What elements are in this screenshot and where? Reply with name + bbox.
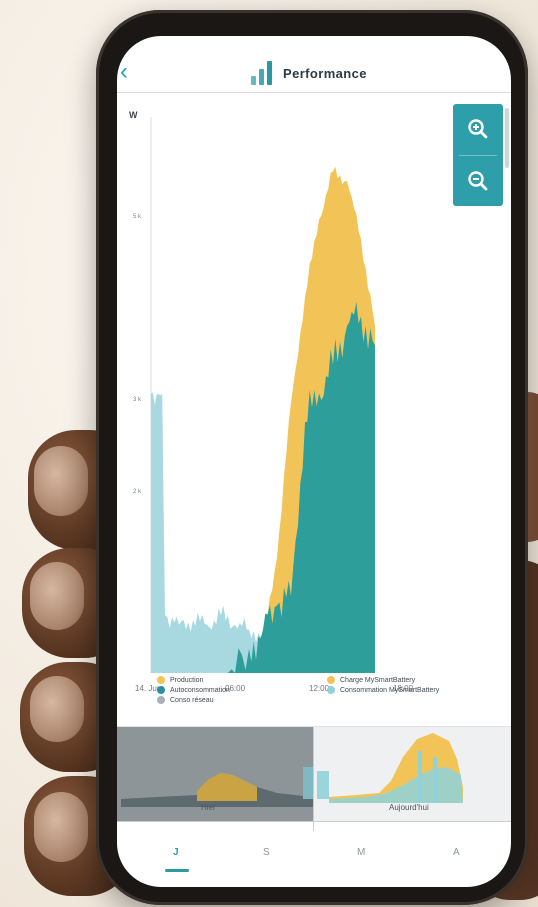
fingernail <box>34 446 88 516</box>
legend-label: Charge MySmartBattery <box>340 676 416 684</box>
navigator-bar <box>418 751 422 803</box>
navigator-consumption-yesterday <box>303 767 313 799</box>
legend-dot <box>327 686 335 694</box>
performance-chart[interactable]: W5 k3 k2 k 14. Jun 06:00 12:00 18:00 <box>117 93 511 693</box>
zoom-out-icon <box>468 171 488 191</box>
fingernail <box>34 792 88 862</box>
top-bar: ‹ Performance <box>117 36 511 93</box>
fingernail <box>30 676 84 742</box>
navigator-label-yesterday[interactable]: Hier <box>201 803 216 812</box>
active-tab-indicator <box>165 869 189 872</box>
series-area-conso-reseau <box>151 392 277 673</box>
legend-label: Production <box>170 676 204 684</box>
page-header: Performance <box>251 60 367 86</box>
navigator-axis <box>117 821 511 822</box>
page-title: Performance <box>283 65 367 81</box>
y-axis-label: W <box>129 110 138 120</box>
scrollbar[interactable] <box>505 108 509 168</box>
legend-dot <box>157 696 165 704</box>
legend-item-autoconsommation[interactable]: Autoconsommation <box>157 686 230 694</box>
tab-jour[interactable]: J <box>173 847 179 858</box>
zoom-in-icon <box>468 119 488 139</box>
legend-dot <box>157 686 165 694</box>
legend-dot <box>157 676 165 684</box>
y-tick-label: 5 k <box>133 214 142 220</box>
fingernail <box>30 562 84 630</box>
legend-item-production[interactable]: Production <box>157 676 203 684</box>
bar-chart-icon <box>251 61 273 85</box>
chevron-left-icon[interactable]: ‹ <box>120 60 128 84</box>
tab-semaine[interactable]: S <box>263 847 270 858</box>
legend-item-conso-reseau[interactable]: Conso réseau <box>157 696 214 704</box>
y-tick-label: 2 k <box>133 489 142 495</box>
navigator-handle[interactable] <box>313 727 314 831</box>
navigator-consumption-today <box>317 771 329 799</box>
navigator-label-today[interactable]: Aujourd'hui <box>389 803 429 812</box>
zoom-out-button[interactable] <box>453 156 503 206</box>
period-tabs: J S M A <box>117 831 511 887</box>
navigator-preview[interactable] <box>117 727 511 821</box>
tab-mois[interactable]: M <box>357 847 365 858</box>
app-screen: ‹ Performance W5 k3 k2 k 14. Jun 06:00 12:0… <box>117 36 511 887</box>
tab-annee[interactable]: A <box>453 847 460 858</box>
chart-svg[interactable]: W5 k3 k2 k14. Jun 06:00 12:00 18:00 <box>117 93 511 693</box>
chart-legend: Production Autoconsommation Conso réseau… <box>117 676 511 716</box>
y-tick-label: 3 k <box>133 397 142 403</box>
legend-dot <box>327 676 335 684</box>
range-navigator[interactable]: Hier Aujourd'hui <box>117 726 511 831</box>
zoom-in-button[interactable] <box>453 104 503 154</box>
zoom-panel <box>453 104 503 206</box>
legend-item-charge-battery[interactable]: Charge MySmartBattery <box>327 676 415 684</box>
legend-item-conso-battery[interactable]: Consommation MySmartBattery <box>327 686 439 694</box>
navigator-bar <box>433 757 437 803</box>
legend-label: Consommation MySmartBattery <box>340 686 440 694</box>
legend-label: Conso réseau <box>170 696 214 704</box>
legend-label: Autoconsommation <box>170 686 230 694</box>
